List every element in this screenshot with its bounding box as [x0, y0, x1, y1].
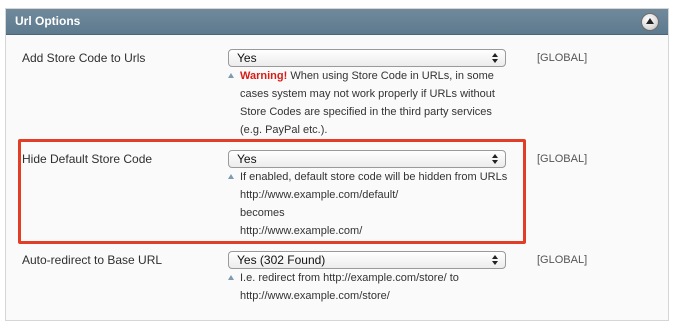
select-value: Yes (302 Found) [237, 253, 326, 267]
section-header[interactable]: Url Options [6, 9, 668, 35]
note-line: http://www.example.com/store/ [240, 290, 390, 302]
note-triangle-icon [228, 275, 234, 280]
select-arrows-icon [492, 51, 500, 65]
select-auto-redirect[interactable]: Yes (302 Found) [228, 251, 506, 269]
scope-label: [GLOBAL] [537, 254, 588, 266]
select-arrows-icon [492, 253, 500, 267]
section-title: Url Options [15, 14, 81, 28]
note-line: cases system may not work properly if UR… [240, 88, 495, 100]
note-line: (e.g. PayPal etc.). [240, 124, 328, 136]
chevron-up-icon [646, 18, 654, 24]
scope-label: [GLOBAL] [537, 153, 588, 165]
note-line: Warning! When using Store Code in URLs, … [240, 70, 494, 82]
note-line: Store Codes are specified in the third p… [240, 106, 492, 118]
note-line: I.e. redirect from http://example.com/st… [240, 272, 459, 284]
scope-label: [GLOBAL] [537, 52, 588, 64]
note-triangle-icon [228, 73, 234, 78]
select-add-store-code[interactable]: Yes [228, 49, 506, 67]
collapse-button[interactable] [641, 13, 659, 31]
label-auto-redirect: Auto-redirect to Base URL [22, 253, 163, 267]
select-value: Yes [237, 51, 257, 65]
warning-label: Warning! [240, 70, 288, 82]
highlight-box [18, 139, 526, 244]
note-add-store-code: Warning! When using Store Code in URLs, … [228, 67, 518, 139]
note-auto-redirect: I.e. redirect from http://example.com/st… [228, 269, 518, 305]
label-add-store-code: Add Store Code to Urls [22, 51, 146, 65]
